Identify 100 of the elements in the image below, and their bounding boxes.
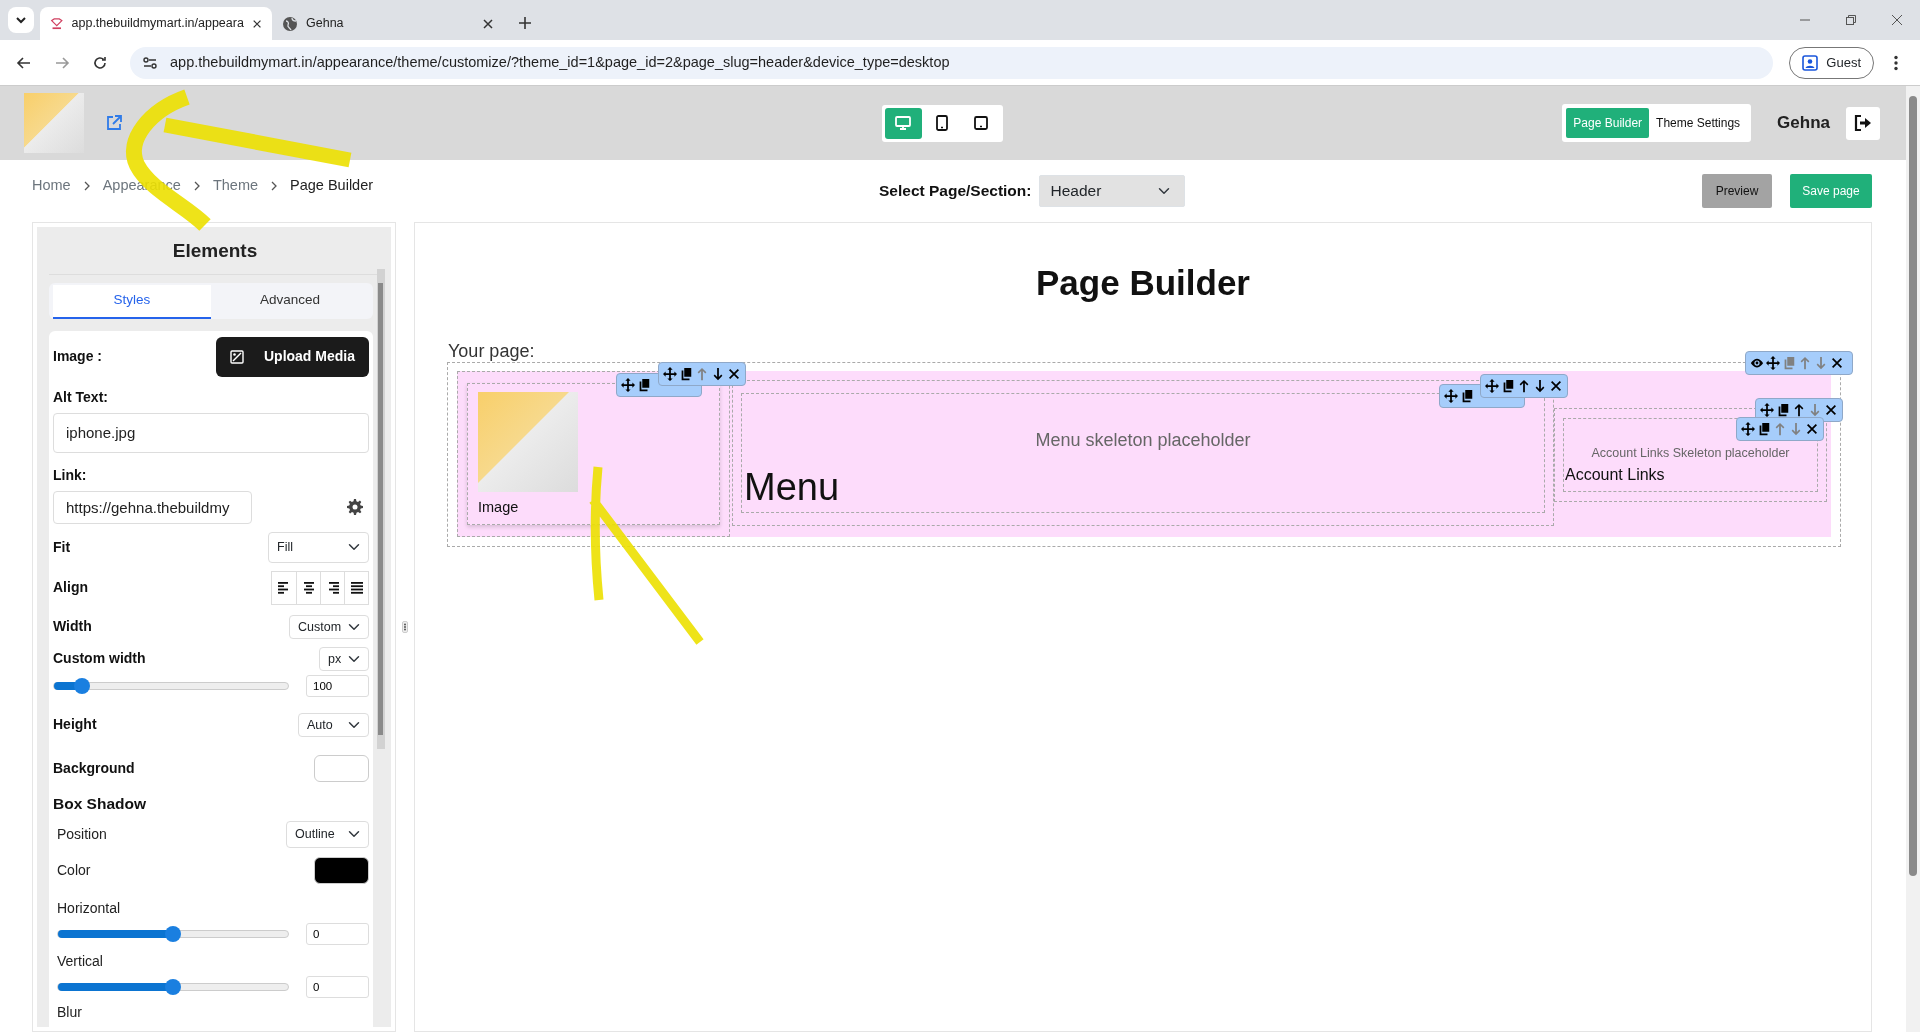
logout-icon — [1854, 114, 1872, 132]
copy-icon[interactable] — [637, 377, 651, 392]
field-label: Background — [53, 758, 135, 778]
copy-icon[interactable] — [1776, 402, 1790, 417]
close-icon[interactable] — [727, 366, 741, 381]
move-icon[interactable] — [1741, 421, 1755, 436]
close-icon[interactable] — [482, 17, 494, 30]
field-label: Position — [56, 824, 107, 844]
browser-tab[interactable]: Gehna — [272, 7, 504, 40]
dropdown[interactable]: Auto — [298, 712, 369, 737]
page-select[interactable]: Header — [1039, 175, 1186, 207]
up-arrow-icon[interactable] — [1517, 378, 1531, 393]
placeholder-text: Account Links Skeleton placeholder — [1590, 444, 1791, 461]
url-text: app.thebuildmymart.in/appearance/theme/customize/?theme_id=1&page_id=2&page_slug=header&device_type=desktop — [170, 52, 950, 72]
restore-icon[interactable] — [1845, 14, 1857, 26]
field-label: Custom width — [53, 649, 146, 668]
down-arrow-icon[interactable] — [1533, 378, 1547, 393]
field-label: Alt Text: — [53, 387, 108, 407]
globe-icon — [282, 15, 298, 32]
address-bar[interactable]: app.thebuildmymart.in/appearance/theme/customize/?theme_id=1&page_id=2&page_slug=header&device_type=desktop — [130, 46, 1774, 79]
forward-arrow-icon[interactable] — [54, 54, 70, 71]
dropdown[interactable]: Outline — [286, 820, 369, 848]
move-icon[interactable] — [1485, 378, 1499, 393]
tablet-icon — [934, 115, 951, 131]
dropdown[interactable]: Fill — [268, 531, 369, 563]
account-links-label: Account Links — [1565, 464, 1666, 485]
image-block[interactable]: Image — [457, 370, 730, 537]
move-icon[interactable] — [663, 366, 677, 381]
panel-tab[interactable]: Styles — [53, 284, 211, 319]
move-icon[interactable] — [621, 377, 635, 392]
move-icon[interactable] — [1760, 402, 1774, 417]
field-label: Height — [53, 715, 97, 734]
device-toggle-button[interactable] — [884, 107, 922, 139]
panel-tab[interactable]: Advanced — [211, 284, 369, 319]
align-left-icon — [277, 580, 291, 595]
copy-icon[interactable] — [679, 366, 693, 381]
color-swatch[interactable] — [314, 856, 369, 884]
image-icon — [230, 349, 244, 364]
browser-tab[interactable]: app.thebuildmymart.in/appeara — [40, 7, 272, 40]
site-settings-icon[interactable] — [142, 54, 158, 71]
chevron-right-icon — [82, 181, 91, 191]
close-icon[interactable] — [1824, 402, 1838, 417]
slider-thumb[interactable] — [74, 677, 91, 694]
close-icon[interactable] — [1549, 378, 1563, 393]
scrollbar-thumb[interactable] — [378, 283, 383, 735]
menu-label: Menu — [744, 464, 841, 509]
upload-button[interactable]: Upload Media — [216, 336, 369, 377]
field-label: Select Page/Section: — [879, 181, 1032, 202]
section-title: Box Shadow — [53, 793, 146, 814]
color-swatch[interactable] — [314, 754, 369, 782]
desktop-icon — [895, 115, 912, 131]
image-caption: Image — [478, 497, 520, 516]
text-field[interactable]: https://gehna.thebuildmy — [53, 490, 252, 524]
number-field[interactable]: 0 — [306, 975, 369, 998]
site-favicon — [50, 15, 64, 32]
tab-list-button[interactable] — [8, 7, 34, 33]
field-label: Align — [53, 578, 88, 597]
move-icon[interactable] — [1444, 388, 1458, 403]
up-arrow-icon[interactable] — [1792, 402, 1806, 417]
field-label: Link: — [53, 465, 87, 485]
new-tab-icon[interactable] — [518, 16, 532, 30]
logout-button[interactable] — [1846, 106, 1880, 140]
panel-title: Elements — [49, 227, 381, 275]
field-label: Fit — [53, 537, 71, 557]
page-title: Page Builder — [1035, 262, 1251, 304]
close-icon[interactable] — [1805, 421, 1819, 436]
field-label: Image : — [53, 347, 102, 366]
copy-icon[interactable] — [1460, 388, 1474, 403]
move-icon[interactable] — [1766, 355, 1780, 370]
dropdown[interactable]: Custom — [289, 614, 369, 639]
external-link-icon[interactable] — [106, 115, 122, 131]
breadcrumb-link[interactable]: Theme — [212, 175, 259, 197]
reload-icon[interactable] — [92, 54, 108, 71]
down-arrow-icon[interactable] — [711, 366, 725, 381]
close-icon[interactable] — [1830, 355, 1844, 370]
placeholder-text: Menu skeleton placeholder — [1034, 428, 1252, 451]
image-element[interactable]: Image — [467, 382, 720, 525]
field-label: Blur — [56, 1002, 82, 1022]
profile-button[interactable]: Guest — [1789, 46, 1874, 79]
phone-icon — [973, 115, 990, 131]
field-label: Width — [53, 617, 92, 636]
align-justify-icon — [349, 580, 364, 595]
close-icon[interactable] — [1891, 14, 1903, 26]
breadcrumb-link[interactable]: Home — [32, 175, 71, 197]
settings-icon[interactable] — [347, 499, 363, 515]
number-field[interactable]: 100 — [306, 674, 369, 697]
copy-icon[interactable] — [1757, 421, 1771, 436]
preview-button[interactable]: Preview — [1702, 174, 1772, 208]
more-menu-icon[interactable] — [1894, 54, 1898, 71]
back-arrow-icon[interactable] — [16, 54, 32, 71]
field-label: Color — [56, 860, 91, 880]
scrollbar-thumb[interactable] — [1909, 96, 1917, 876]
drag-handle-icon[interactable] — [402, 621, 408, 633]
slider-thumb[interactable] — [165, 925, 181, 942]
slider-thumb[interactable] — [165, 978, 181, 995]
copy-icon[interactable] — [1501, 378, 1515, 393]
chevron-right-icon — [270, 181, 279, 191]
text-field[interactable]: iphone.jpg — [53, 412, 369, 453]
number-field[interactable]: 0 — [306, 922, 369, 945]
dropdown[interactable]: px — [319, 646, 369, 671]
